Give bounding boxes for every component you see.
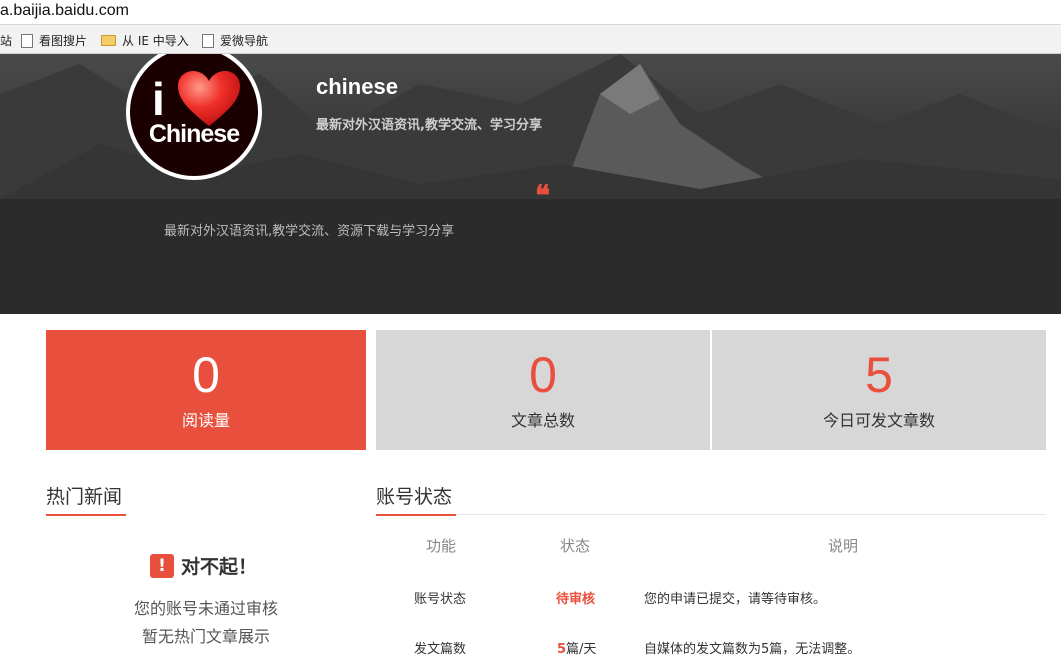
bookmarks-bar: 站 看图搜片 从 IE 中导入 爱微导航	[0, 25, 1061, 54]
stat-value: 5	[865, 347, 893, 403]
bookmark-item[interactable]: 爱微导航	[202, 32, 268, 49]
bookmark-label: 爱微导航	[220, 34, 269, 48]
account-title: chinese	[316, 74, 398, 99]
sorry-title: 对不起！	[181, 556, 258, 578]
status-unit: 篇/天	[566, 642, 597, 657]
stat-label: 今日可发文章数	[822, 411, 935, 430]
notice-line: 暂无热门文章展示	[141, 627, 270, 646]
status-value: 待审核	[556, 592, 596, 607]
col-header-status: 状态	[560, 537, 591, 555]
page-icon	[21, 33, 33, 48]
bookmark-item[interactable]: 看图搜片	[21, 32, 87, 49]
row-feature: 发文篇数	[414, 642, 467, 657]
account-subtitle: 最新对外汉语资讯,教学交流、学习分享	[316, 118, 542, 133]
section-divider	[376, 514, 1046, 515]
col-header-note: 说明	[828, 537, 859, 555]
bookmark-label: 从 IE 中导入	[122, 34, 189, 48]
quote-icon: ❝	[535, 179, 551, 212]
logo-word: Chinese	[148, 120, 240, 148]
alert-icon: !	[150, 553, 174, 578]
row-note: 自媒体的发文篇数为5篇，无法调整。	[644, 642, 861, 657]
row-status: 5篇/天	[557, 638, 596, 657]
address-bar[interactable]: a.baijia.baidu.com	[0, 0, 1061, 25]
hot-news-title: 热门新闻	[46, 486, 123, 508]
address-text[interactable]: a.baijia.baidu.com	[0, 2, 129, 20]
stat-value: 0	[192, 347, 220, 403]
stat-card-reads: 0 阅读量	[46, 330, 366, 450]
sorry-notice: ! 对不起！	[150, 552, 257, 579]
bookmark-item[interactable]: 站	[0, 32, 12, 49]
logo-letter: i	[152, 73, 165, 125]
row-feature: 账号状态	[414, 592, 467, 607]
notice-line: 您的账号未通过审核	[133, 599, 278, 618]
account-status-title: 账号状态	[376, 486, 453, 508]
bookmark-label: 站	[0, 34, 13, 48]
account-status-underline	[376, 514, 456, 516]
stat-card-daily-quota: 5 今日可发文章数	[712, 330, 1046, 450]
page-icon	[202, 33, 214, 48]
col-header-feature: 功能	[426, 537, 457, 555]
stat-value: 0	[529, 347, 557, 403]
stat-label: 文章总数	[510, 411, 575, 430]
bookmark-label: 看图搜片	[39, 34, 88, 48]
row-note: 您的申请已提交，请等待审核。	[644, 592, 827, 607]
row-status: 待审核	[556, 588, 595, 607]
stat-card-articles: 0 文章总数	[376, 330, 710, 450]
hot-news-underline	[46, 514, 126, 516]
status-value: 5	[557, 642, 567, 657]
bookmark-item[interactable]: 从 IE 中导入	[101, 32, 189, 49]
profile-banner: i Chinese chinese 最新对外汉语资讯,教学交流、学习分享 ❝ 最…	[0, 54, 1061, 314]
account-description: 最新对外汉语资讯,教学交流、资源下载与学习分享	[164, 224, 455, 239]
folder-icon	[101, 35, 116, 46]
stat-label: 阅读量	[181, 411, 230, 430]
